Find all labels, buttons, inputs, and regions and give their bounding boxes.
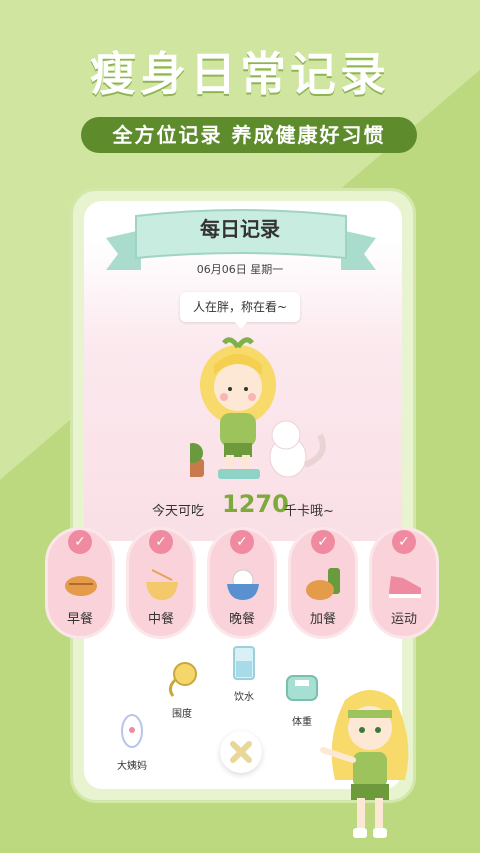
meal-card-dinner[interactable]: ✓ 晚餐 (207, 527, 277, 639)
check-icon: ✓ (68, 530, 92, 554)
noodle-bowl-icon (146, 569, 178, 600)
promo-headline: 瘦身日常记录 (90, 47, 390, 101)
tool-label: 大姨妈 (117, 761, 147, 772)
check-icon: ✓ (392, 530, 416, 554)
meal-label: 中餐 (147, 612, 174, 627)
mascot-illustration (320, 690, 409, 838)
meal-label: 早餐 (66, 612, 93, 627)
screen-date: 06月06日 星期一 (196, 263, 284, 276)
meal-label: 加餐 (309, 612, 336, 627)
meal-card-breakfast[interactable]: ✓ 早餐 (45, 527, 115, 639)
calorie-suffix: 千卡哦~ (284, 504, 334, 519)
close-icon (230, 741, 252, 763)
check-icon: ✓ (311, 530, 335, 554)
tool-period[interactable]: 大姨妈 (110, 712, 154, 772)
tool-circumference[interactable]: 围度 (160, 660, 204, 720)
sneaker-icon (389, 576, 421, 598)
tool-label: 饮水 (234, 692, 254, 703)
screen-title: 每日记录 (200, 217, 280, 241)
tape-measure-icon (168, 662, 197, 697)
check-icon: ✓ (149, 530, 173, 554)
tool-water[interactable]: 饮水 (222, 643, 266, 703)
close-button[interactable] (220, 731, 262, 773)
calorie-summary: 今天可吃 1270 千卡哦~ (152, 490, 352, 524)
meal-label: 运动 (390, 612, 417, 627)
bread-icon (65, 576, 97, 596)
calorie-value: 1270 (222, 490, 289, 518)
meal-label: 晚餐 (228, 612, 255, 627)
character-illustration (190, 337, 326, 479)
check-icon: ✓ (230, 530, 254, 554)
snack-icon (306, 568, 340, 600)
promo-subtitle: 全方位记录 养成健康好习惯 (81, 117, 417, 153)
speech-bubble: 人在胖，称在看~ (180, 292, 300, 329)
meal-card-lunch[interactable]: ✓ 中餐 (126, 527, 196, 639)
water-jug-icon (233, 646, 255, 680)
rice-bowl-icon (227, 569, 259, 600)
meal-card-snack[interactable]: ✓ 加餐 (288, 527, 358, 639)
calorie-prefix: 今天可吃 (152, 504, 205, 519)
tool-label: 围度 (172, 709, 192, 720)
meal-card-exercise[interactable]: ✓ 运动 (369, 527, 439, 639)
pad-icon (121, 714, 143, 748)
